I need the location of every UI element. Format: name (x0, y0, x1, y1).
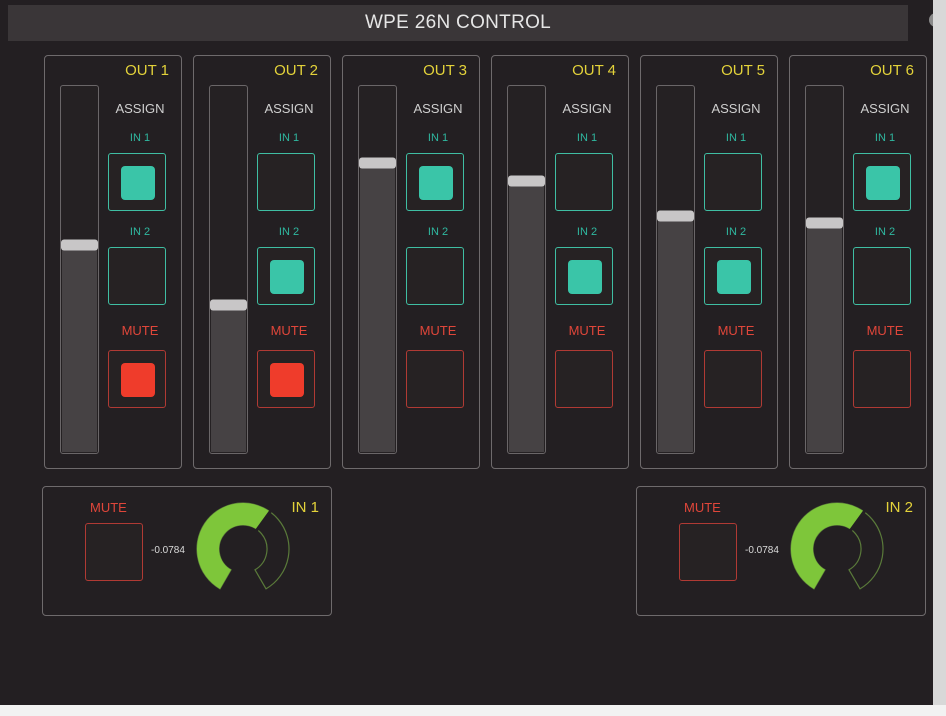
output-label: OUT 6 (870, 62, 914, 79)
fader-fill (807, 223, 842, 452)
input-mute-label: MUTE (90, 500, 127, 515)
input-mute-button[interactable] (679, 523, 737, 581)
fader-handle[interactable] (806, 217, 843, 229)
fader-fill (211, 305, 246, 452)
in1-label: IN 1 (874, 132, 896, 144)
input-label: IN 2 (885, 499, 913, 516)
volume-fader[interactable] (507, 85, 546, 454)
assign-in2-button[interactable] (555, 247, 613, 305)
indicator-light (568, 260, 602, 294)
fader-fill (658, 216, 693, 452)
mute-label: MUTE (270, 323, 308, 338)
assign-in2-button[interactable] (108, 247, 166, 305)
scrollbar[interactable] (933, 0, 946, 716)
output-label: OUT 2 (274, 62, 318, 79)
in2-label: IN 2 (874, 226, 896, 238)
indicator-light (866, 166, 900, 200)
gain-knob[interactable] (787, 499, 887, 599)
assign-label: ASSIGN (413, 101, 463, 116)
input-mute-label: MUTE (684, 500, 721, 515)
in1-label: IN 1 (427, 132, 449, 144)
output-strip-2: OUT 2 ASSIGN IN 1 IN 2 MUTE (193, 55, 331, 469)
output-label: OUT 5 (721, 62, 765, 79)
in2-label: IN 2 (427, 226, 449, 238)
input-label: IN 1 (291, 499, 319, 516)
input-mute-button[interactable] (85, 523, 143, 581)
volume-fader[interactable] (805, 85, 844, 454)
assign-in2-button[interactable] (704, 247, 762, 305)
fader-handle[interactable] (359, 157, 396, 169)
indicator-light (121, 363, 155, 397)
fader-handle[interactable] (657, 210, 694, 222)
mute-label: MUTE (419, 323, 457, 338)
assign-in1-button[interactable] (555, 153, 613, 211)
fader-handle[interactable] (508, 175, 545, 187)
output-strip-3: OUT 3 ASSIGN IN 1 IN 2 MUTE (342, 55, 480, 469)
output-strip-4: OUT 4 ASSIGN IN 1 IN 2 MUTE (491, 55, 629, 469)
input-panel-2: MUTE -0.0784 IN 2 (636, 486, 926, 616)
assign-in1-button[interactable] (853, 153, 911, 211)
assign-label: ASSIGN (264, 101, 314, 116)
mute-button[interactable] (406, 350, 464, 408)
assign-label: ASSIGN (711, 101, 761, 116)
assign-in1-button[interactable] (108, 153, 166, 211)
fader-fill (509, 180, 544, 452)
mute-button[interactable] (704, 350, 762, 408)
output-label: OUT 1 (125, 62, 169, 79)
in1-label: IN 1 (129, 132, 151, 144)
output-label: OUT 4 (572, 62, 616, 79)
assign-in1-button[interactable] (406, 153, 464, 211)
in2-label: IN 2 (278, 226, 300, 238)
in2-label: IN 2 (129, 226, 151, 238)
output-label: OUT 3 (423, 62, 467, 79)
indicator-light (121, 166, 155, 200)
fader-handle[interactable] (61, 239, 98, 251)
assign-label: ASSIGN (115, 101, 165, 116)
volume-fader[interactable] (60, 85, 99, 454)
assign-label: ASSIGN (860, 101, 910, 116)
mute-label: MUTE (717, 323, 755, 338)
assign-in2-button[interactable] (853, 247, 911, 305)
assign-in2-button[interactable] (257, 247, 315, 305)
mute-button[interactable] (108, 350, 166, 408)
input-panel-1: MUTE -0.0784 IN 1 (42, 486, 332, 616)
volume-fader[interactable] (358, 85, 397, 454)
gain-knob[interactable] (193, 499, 293, 599)
mute-button[interactable] (257, 350, 315, 408)
mute-label: MUTE (866, 323, 904, 338)
fader-fill (62, 244, 97, 452)
in1-label: IN 1 (725, 132, 747, 144)
in1-label: IN 1 (278, 132, 300, 144)
assign-in1-button[interactable] (704, 153, 762, 211)
in2-label: IN 2 (725, 226, 747, 238)
window-title: WPE 26N CONTROL (8, 5, 908, 41)
bottom-bar (0, 705, 946, 716)
assign-label: ASSIGN (562, 101, 612, 116)
app-window: WPE 26N CONTROL i OUT 1ASSIGNIN 1IN 2MUT… (0, 0, 946, 716)
in1-label: IN 1 (576, 132, 598, 144)
output-strip-6: OUT 6 ASSIGN IN 1 IN 2 MUTE (789, 55, 927, 469)
output-strip-1: OUT 1 ASSIGN IN 1 IN 2 MUTE (44, 55, 182, 469)
in2-label: IN 2 (576, 226, 598, 238)
volume-fader[interactable] (209, 85, 248, 454)
volume-fader[interactable] (656, 85, 695, 454)
gain-readout: -0.0784 (151, 545, 185, 556)
fader-handle[interactable] (210, 299, 247, 311)
indicator-light (717, 260, 751, 294)
mute-label: MUTE (121, 323, 159, 338)
mute-button[interactable] (555, 350, 613, 408)
assign-in2-button[interactable] (406, 247, 464, 305)
indicator-light (270, 260, 304, 294)
output-strip-5: OUT 5 ASSIGN IN 1 IN 2 MUTE (640, 55, 778, 469)
gain-readout: -0.0784 (745, 545, 779, 556)
mute-label: MUTE (568, 323, 606, 338)
mute-button[interactable] (853, 350, 911, 408)
assign-in1-button[interactable] (257, 153, 315, 211)
indicator-light (419, 166, 453, 200)
indicator-light (270, 363, 304, 397)
fader-fill (360, 163, 395, 452)
